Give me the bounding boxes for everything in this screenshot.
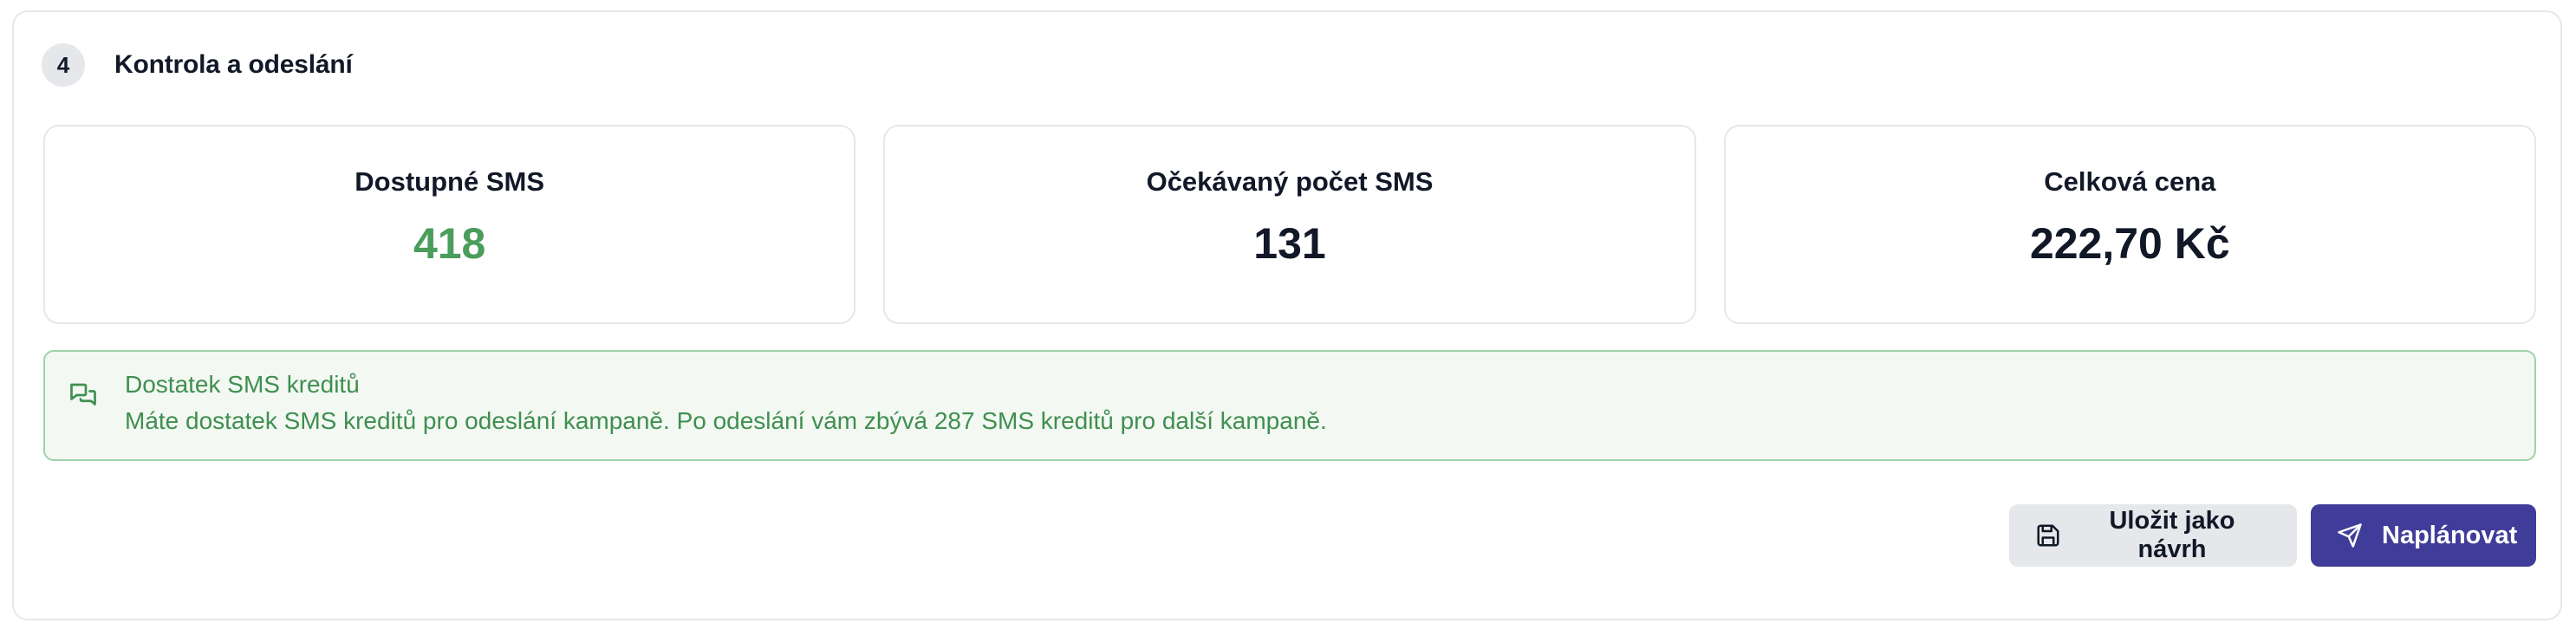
stat-total-price: Celková cena 222,70 Kč — [1723, 125, 2536, 324]
stat-available-sms: Dostupné SMS 418 — [43, 125, 856, 324]
action-bar: Uložit jako návrh Naplánovat — [2009, 504, 2536, 567]
stat-label: Očekávaný počet SMS — [1146, 166, 1434, 197]
sufficient-credits-alert: Dostatek SMS kreditů Máte dostatek SMS k… — [43, 350, 2536, 461]
schedule-button[interactable]: Naplánovat — [2311, 504, 2536, 567]
stat-value: 418 — [413, 219, 486, 268]
save-draft-label: Uložit jako návrh — [2109, 507, 2235, 563]
stat-expected-sms-count: Očekávaný počet SMS 131 — [883, 125, 1696, 324]
summary-stats: Dostupné SMS 418 Očekávaný počet SMS 131… — [43, 125, 2536, 324]
save-draft-button[interactable]: Uložit jako návrh — [2009, 504, 2297, 567]
alert-title: Dostatek SMS kreditů — [125, 371, 360, 398]
chat-bubbles-icon — [68, 380, 99, 411]
schedule-label: Naplánovat — [2382, 521, 2518, 549]
stat-label: Celková cena — [2044, 166, 2216, 197]
floppy-disk-icon — [2035, 522, 2061, 548]
step-number-badge: 4 — [42, 43, 85, 87]
step-title: Kontrola a odeslání — [114, 50, 353, 79]
alert-message: Máte dostatek SMS kreditů pro odeslání k… — [125, 407, 1327, 434]
stat-value: 222,70 Kč — [2029, 219, 2230, 268]
paper-plane-icon — [2337, 522, 2363, 548]
stat-value: 131 — [1253, 219, 1326, 268]
step-header: 4 Kontrola a odeslání — [42, 43, 353, 87]
stat-label: Dostupné SMS — [355, 166, 545, 197]
